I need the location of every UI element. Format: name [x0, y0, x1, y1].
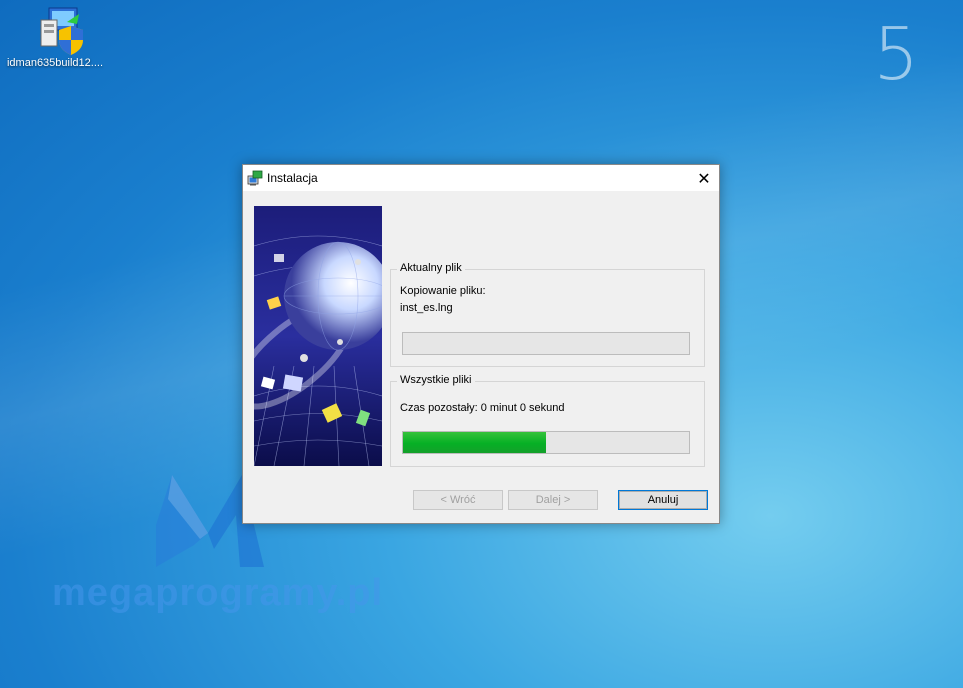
all-files-group: Wszystkie pliki Czas pozostały: 0 minut …	[390, 374, 705, 467]
installer-dialog: Instalacja ✕ Aktualny plik Kopiowanie pl…	[242, 164, 720, 524]
cancel-button[interactable]: Anuluj	[618, 490, 708, 510]
copying-status: Kopiowanie pliku:	[400, 285, 486, 297]
back-button[interactable]: < Wróć	[413, 490, 503, 510]
dialog-titlebar[interactable]: Instalacja ✕	[243, 165, 719, 191]
setup-computer-icon	[247, 170, 263, 186]
all-files-progress	[402, 431, 690, 454]
next-button[interactable]: Dalej >	[508, 490, 598, 510]
all-files-progress-fill	[403, 432, 546, 453]
installer-shield-icon	[40, 7, 83, 55]
dialog-title: Instalacja	[267, 171, 318, 185]
desktop-icon-installer[interactable]: idman635build12....	[0, 4, 110, 69]
watermark-text: megaprogramy.pl	[52, 572, 384, 614]
installer-banner-image	[254, 206, 382, 466]
corner-number: 5	[873, 12, 919, 96]
all-files-legend: Wszystkie pliki	[397, 374, 475, 386]
current-file-progress	[402, 332, 690, 355]
time-remaining: Czas pozostały: 0 minut 0 sekund	[400, 402, 565, 414]
current-filename: inst_es.lng	[400, 302, 453, 314]
close-icon: ✕	[697, 168, 711, 188]
current-file-group: Aktualny plik Kopiowanie pliku: inst_es.…	[390, 262, 705, 367]
desktop-icon-label: idman635build12....	[6, 57, 103, 69]
current-file-legend: Aktualny plik	[397, 262, 465, 274]
close-button[interactable]: ✕	[689, 165, 719, 191]
